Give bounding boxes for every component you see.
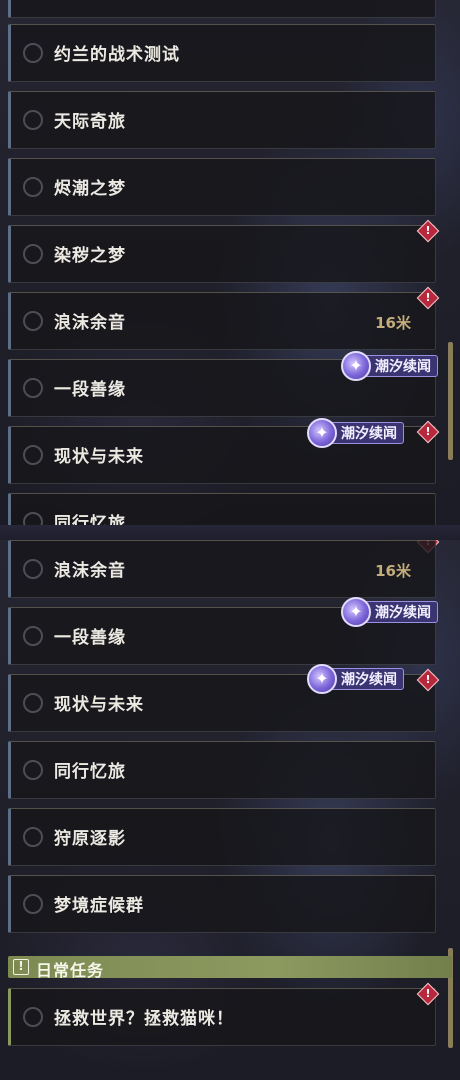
quest-track-radio[interactable] [23,827,43,847]
quest-track-radio[interactable] [23,512,43,525]
quest-title: 天际奇旅 [54,112,126,132]
tide-sequel-badge: ✦ 潮汐续闻 [341,351,438,381]
exclamation-icon: ! [13,959,29,975]
quest-card-foam-echo[interactable]: 浪沫余音 16米 [8,540,436,598]
quest-card-tainted-dream[interactable]: 染秽之梦 [8,225,436,283]
quest-track-radio[interactable] [23,43,43,63]
screenshot-divider [0,525,460,540]
tide-sequel-badge: ✦ 潮汐续闻 [307,664,404,694]
quest-card-companion-journey[interactable]: 同行忆旅 [8,741,436,799]
quest-title: 烬潮之梦 [54,179,126,199]
quest-card-dream-syndrome[interactable]: 梦境症候群 [8,875,436,933]
quest-title: 浪沫余音 [54,313,126,333]
quest-card-ember-tide-dream[interactable]: 烬潮之梦 [8,158,436,216]
quest-card-partial[interactable] [8,0,436,18]
quest-title: 一段善缘 [54,380,126,400]
quest-track-radio[interactable] [23,894,43,914]
quest-card-companion-journey[interactable]: 同行忆旅 [8,493,436,525]
quest-list-panel-top: 约兰的战术测试 天际奇旅 烬潮之梦 染秽之梦 ! 浪沫余音 16米 ! 一段善缘… [0,0,460,525]
quest-track-radio[interactable] [23,445,43,465]
quest-title: 浪沫余音 [54,561,126,581]
tide-sequel-badge: ✦ 潮汐续闻 [307,418,404,448]
badge-label: 潮汐续闻 [341,426,397,442]
sparkle-icon: ✦ [341,597,371,627]
daily-quests-header[interactable]: ! 日常任务 [8,956,452,980]
quest-title: 狩原逐影 [54,829,126,849]
quest-title: 同行忆旅 [54,762,126,782]
badge-label: 潮汐续闻 [341,672,397,688]
sparkle-icon: ✦ [307,418,337,448]
sparkle-icon: ✦ [307,664,337,694]
quest-title: 梦境症候群 [54,896,144,916]
badge-label: 潮汐续闻 [375,359,431,375]
quest-distance: 16米 [375,562,411,580]
quest-track-radio[interactable] [23,1007,43,1027]
quest-track-radio[interactable] [23,110,43,130]
quest-track-radio[interactable] [23,378,43,398]
quest-card-foam-echo[interactable]: 浪沫余音 16米 [8,292,436,350]
quest-track-radio[interactable] [23,626,43,646]
quest-card-sky-journey[interactable]: 天际奇旅 [8,91,436,149]
section-title: 日常任务 [36,961,105,980]
quest-track-radio[interactable] [23,693,43,713]
quest-distance: 16米 [375,314,411,332]
quest-track-radio[interactable] [23,244,43,264]
tide-sequel-badge: ✦ 潮汐续闻 [341,597,438,627]
quest-title: 拯救世界？拯救猫咪！ [54,1009,234,1029]
quest-title: 现状与未来 [54,447,144,467]
quest-track-radio[interactable] [23,311,43,331]
quest-title: 同行忆旅 [54,514,126,525]
quest-card-yolan-tactical-test[interactable]: 约兰的战术测试 [8,24,436,82]
quest-title: 染秽之梦 [54,246,126,266]
quest-card-save-world-save-cat[interactable]: 拯救世界？拯救猫咪！ [8,988,436,1046]
scrollbar-thumb[interactable] [448,342,453,460]
quest-card-hunting-shadow[interactable]: 狩原逐影 [8,808,436,866]
quest-track-radio[interactable] [23,559,43,579]
quest-track-radio[interactable] [23,760,43,780]
sparkle-icon: ✦ [341,351,371,381]
quest-title: 约兰的战术测试 [54,45,180,65]
quest-track-radio[interactable] [23,177,43,197]
quest-title: 一段善缘 [54,628,126,648]
badge-label: 潮汐续闻 [375,605,431,621]
quest-title: 现状与未来 [54,695,144,715]
